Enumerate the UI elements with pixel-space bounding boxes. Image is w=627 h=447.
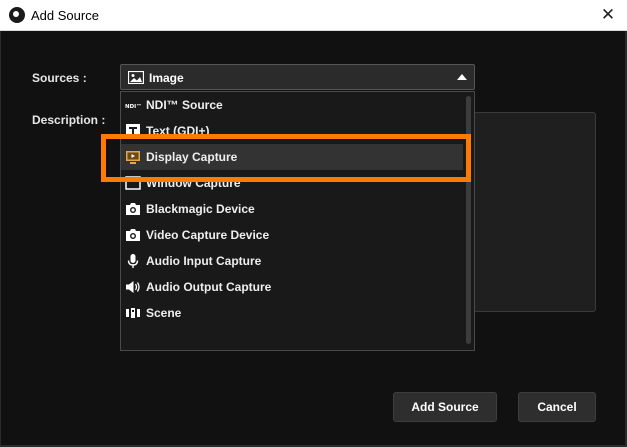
list-item-blackmagic-device[interactable]: Blackmagic Device <box>121 196 463 222</box>
list-item-label: Audio Input Capture <box>146 254 262 268</box>
list-item-label: Video Capture Device <box>146 228 270 242</box>
close-icon[interactable]: ✕ <box>598 5 618 25</box>
description-label: Description : <box>32 113 106 127</box>
dropdown-scrollbar[interactable] <box>463 92 474 350</box>
list-item-label: Blackmagic Device <box>146 202 255 216</box>
chevron-up-icon[interactable] <box>457 74 467 80</box>
scene-icon <box>126 308 140 318</box>
list-item-label: NDI™ Source <box>146 98 223 112</box>
list-item-label: Audio Output Capture <box>146 280 272 294</box>
list-item-audio-output-capture[interactable]: Audio Output Capture <box>121 274 463 300</box>
highlight-annotation <box>101 134 471 182</box>
sources-dropdown-list[interactable]: NDI™ NDI™ Source Text (GDI+) Display Cap… <box>120 91 475 351</box>
list-item-video-capture-device[interactable]: Video Capture Device <box>121 222 463 248</box>
list-item-ndi-source[interactable]: NDI™ NDI™ Source <box>121 92 463 118</box>
microphone-icon <box>127 254 139 268</box>
app-logo-icon <box>9 7 25 23</box>
speaker-icon <box>126 281 140 293</box>
svg-text:NDI™: NDI™ <box>125 103 141 110</box>
ndi-icon: NDI™ <box>125 103 141 110</box>
title-bar: Add Source ✕ <box>0 0 627 31</box>
image-icon <box>128 71 144 84</box>
cancel-button[interactable]: Cancel <box>518 392 596 422</box>
sources-label: Sources : <box>32 71 87 85</box>
list-item-scene[interactable]: Scene <box>121 300 463 326</box>
selected-source-label: Image <box>149 71 184 85</box>
camera-icon <box>126 229 140 241</box>
window-title: Add Source <box>31 8 99 23</box>
sources-select[interactable]: Image <box>120 64 475 90</box>
list-item-label: Scene <box>146 306 182 320</box>
add-source-button[interactable]: Add Source <box>393 392 497 422</box>
list-item-audio-input-capture[interactable]: Audio Input Capture <box>121 248 463 274</box>
description-box <box>470 112 596 312</box>
camera-icon <box>126 203 140 215</box>
